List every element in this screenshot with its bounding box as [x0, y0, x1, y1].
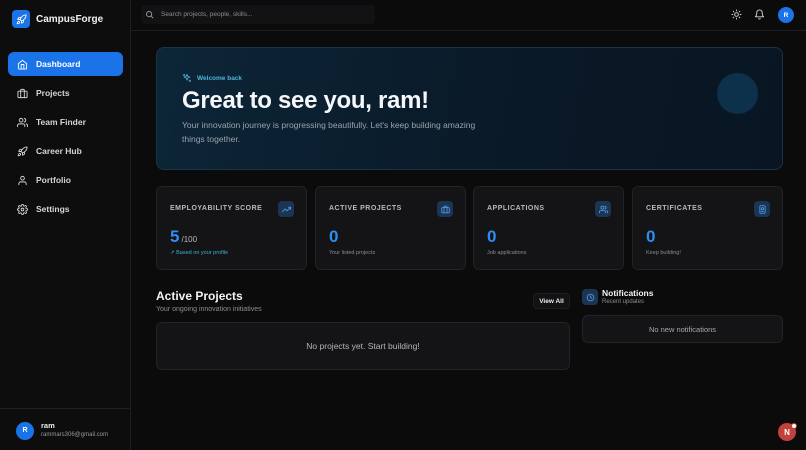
sidebar-item-label: Portfolio	[36, 175, 71, 185]
stat-card-certificates: CERTIFICATES 0 Keep building!	[632, 186, 783, 270]
notifications-subtitle: Recent updates	[602, 299, 645, 305]
briefcase-icon	[437, 201, 453, 217]
notification-dot	[791, 423, 797, 429]
sidebar-item-career-hub[interactable]: Career Hub	[8, 139, 123, 163]
users-icon	[595, 201, 611, 217]
user-profile[interactable]: R ram rammars306@gmail.com	[16, 421, 108, 440]
view-all-button[interactable]: View All	[533, 293, 570, 309]
brand-name: CampusForge	[36, 13, 104, 25]
stat-label: ACTIVE PROJECTS	[329, 205, 402, 212]
user-info: ram rammars306@gmail.com	[41, 421, 108, 440]
rocket-logo-icon	[12, 10, 30, 28]
active-projects-subtitle: Your ongoing innovation initiatives	[156, 306, 262, 313]
notifications-title: Notifications	[602, 288, 654, 298]
trending-up-icon	[278, 201, 294, 217]
stat-note: ↗ Based on your profile	[170, 250, 229, 256]
sidebar-nav: Dashboard Projects Team Finder Career Hu…	[8, 52, 123, 226]
welcome-subtitle: Your innovation journey is progressing b…	[182, 120, 476, 144]
stat-label: EMPLOYABILITY SCORE	[170, 205, 263, 212]
stat-value: 0	[646, 227, 656, 246]
topbar: R	[131, 0, 806, 31]
sidebar-divider	[0, 408, 131, 409]
stat-card-active-projects: ACTIVE PROJECTS 0 Your listed projects	[315, 186, 466, 270]
stat-note: Keep building!	[646, 250, 681, 256]
projects-empty-state: No projects yet. Start building!	[156, 322, 570, 370]
home-icon	[17, 59, 28, 70]
bell-icon[interactable]	[754, 9, 765, 20]
stat-card-employability: EMPLOYABILITY SCORE 5/100 ↗ Based on you…	[156, 186, 307, 270]
welcome-tag: Welcome back	[182, 73, 242, 83]
search-bar[interactable]	[141, 5, 375, 24]
stat-unit: /100	[181, 235, 198, 244]
stat-value: 0	[487, 227, 497, 246]
sidebar-item-dashboard[interactable]: Dashboard	[8, 52, 123, 76]
rocket-icon	[17, 145, 28, 156]
sidebar-item-projects[interactable]: Projects	[8, 81, 123, 105]
sidebar-item-label: Career Hub	[36, 146, 82, 156]
stat-value: 5/100	[170, 227, 197, 247]
decorative-orb	[717, 73, 758, 114]
avatar-button[interactable]: R	[778, 7, 794, 23]
user-icon	[18, 175, 27, 185]
clock-icon	[582, 289, 598, 305]
stat-note: Your listed projects	[329, 250, 376, 256]
sidebar-item-label: Team Finder	[36, 117, 86, 127]
search-input[interactable]	[161, 11, 361, 18]
app-root: CampusForge Dashboard Projects Team Find…	[0, 0, 806, 450]
stat-card-applications: APPLICATIONS 0 Job applications	[473, 186, 624, 270]
notifications-empty-state: No new notifications	[582, 315, 783, 343]
welcome-banner: Welcome back Great to see you, ram! Your…	[156, 47, 783, 170]
sidebar-item-label: Dashboard	[36, 59, 81, 69]
stat-label: CERTIFICATES	[646, 205, 703, 212]
sidebar-item-label: Settings	[36, 204, 70, 214]
avatar: R	[16, 421, 34, 440]
briefcase-icon	[17, 88, 28, 98]
user-email: rammars306@gmail.com	[41, 432, 109, 438]
page-title: Great to see you, ram!	[182, 87, 429, 114]
welcome-tag-label: Welcome back	[197, 74, 243, 82]
user-name: ram	[41, 421, 55, 430]
sidebar-item-portfolio[interactable]: Portfolio	[8, 168, 123, 192]
gear-icon	[17, 203, 28, 215]
stat-number: 5	[170, 227, 180, 246]
badge-icon	[754, 201, 770, 217]
users-icon	[17, 117, 28, 127]
sidebar-item-settings[interactable]: Settings	[8, 197, 123, 221]
search-icon	[146, 11, 154, 19]
stat-label: APPLICATIONS	[487, 205, 545, 212]
stat-value: 0	[329, 227, 339, 246]
active-projects-title: Active Projects	[156, 289, 243, 303]
sidebar-item-team-finder[interactable]: Team Finder	[8, 110, 123, 134]
stat-note: Job applications	[487, 250, 527, 256]
sidebar-item-label: Projects	[36, 88, 70, 98]
sun-icon[interactable]	[731, 9, 742, 20]
brand[interactable]: CampusForge	[12, 9, 103, 29]
sidebar: CampusForge Dashboard Projects Team Find…	[0, 0, 131, 450]
sparkles-icon	[182, 73, 192, 83]
